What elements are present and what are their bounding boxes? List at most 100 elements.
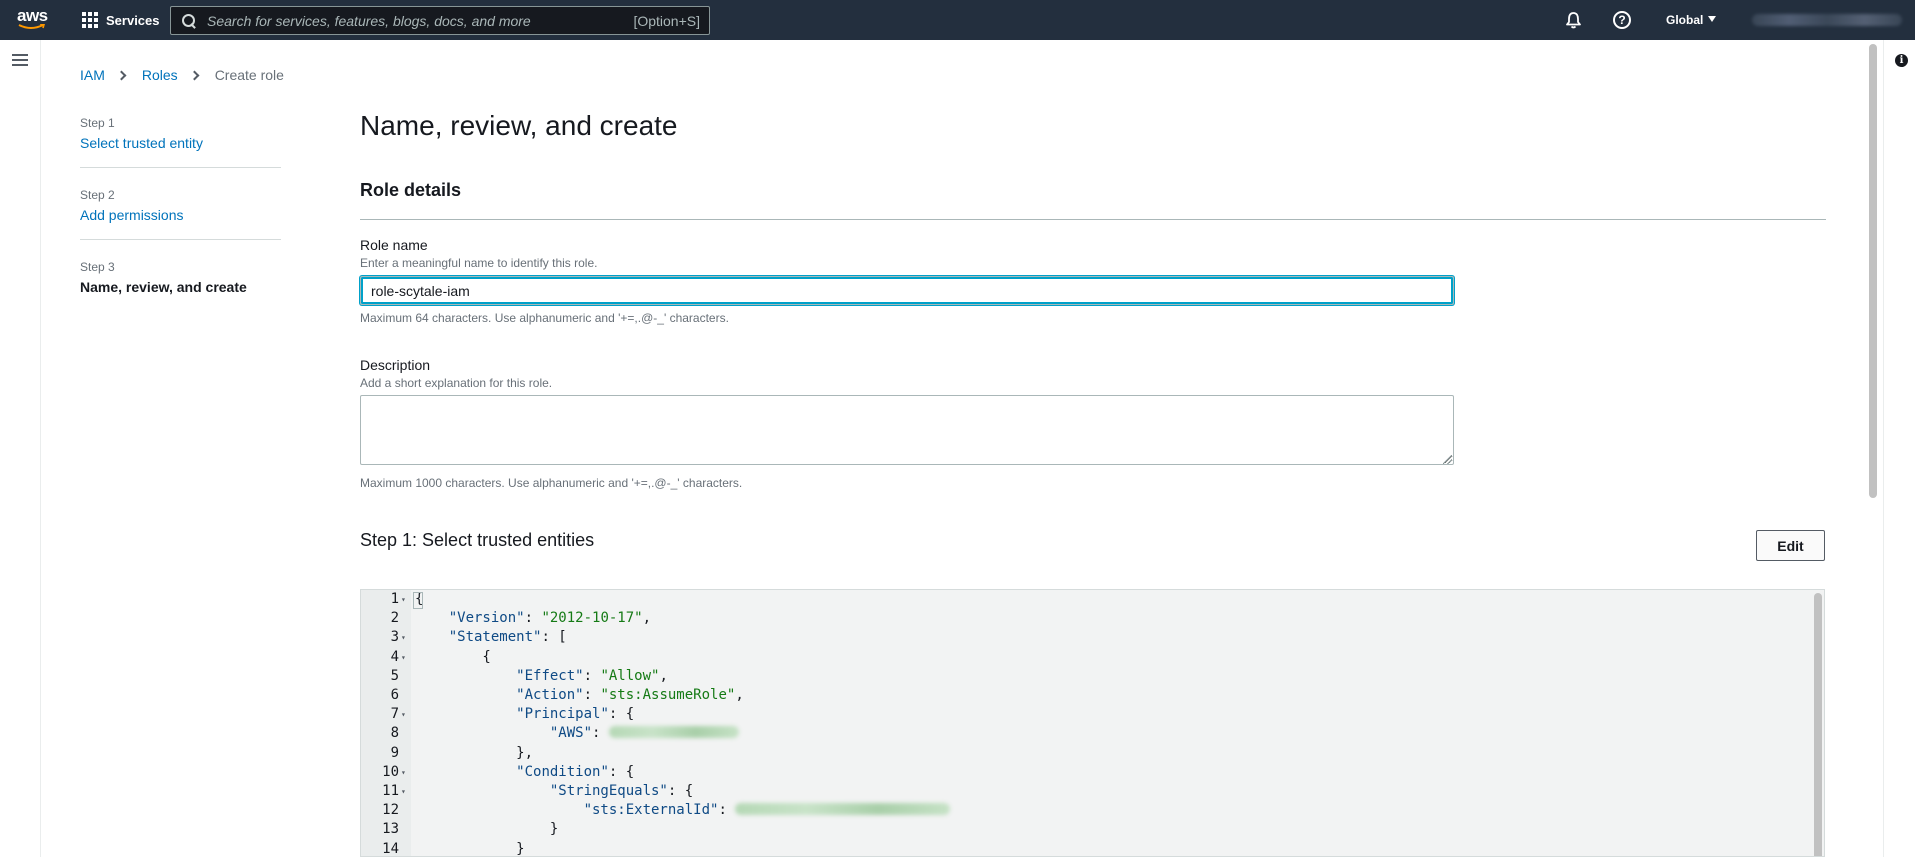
- step-link-add-permissions[interactable]: Add permissions: [80, 207, 281, 223]
- step-current-label: Name, review, and create: [80, 279, 247, 295]
- fold-arrow-icon[interactable]: ▾: [401, 782, 406, 801]
- editor-scrollbar[interactable]: [1814, 593, 1822, 856]
- breadcrumb-iam[interactable]: IAM: [80, 67, 105, 83]
- redacted-value: [735, 803, 951, 816]
- hamburger-icon[interactable]: [12, 54, 28, 66]
- page-title: Name, review, and create: [360, 110, 678, 141]
- description-constraint: Maximum 1000 characters. Use alphanumeri…: [360, 476, 743, 490]
- chevron-right-icon: [189, 70, 200, 80]
- code-line: 9 },: [361, 744, 1801, 763]
- search-input[interactable]: [207, 12, 634, 29]
- line-number: 8: [390, 725, 399, 742]
- fold-arrow-icon[interactable]: ▾: [401, 648, 406, 667]
- aws-smile-icon: [18, 24, 45, 29]
- step-divider: [80, 239, 281, 240]
- code-text: {: [413, 591, 424, 609]
- code-line: 2 "Version": "2012-10-17",: [361, 609, 1801, 628]
- line-number: 1: [390, 591, 399, 607]
- code-text: "Action": "sts:AssumeRole",: [516, 687, 744, 703]
- bell-icon[interactable]: [1565, 11, 1582, 29]
- code-line: 11 ▾ "StringEquals": {: [361, 782, 1801, 801]
- code-line: 10 ▾ "Condition": {: [361, 763, 1801, 782]
- section-divider: [360, 219, 1826, 220]
- code-text: },: [415, 744, 534, 761]
- description-description: Add a short explanation for this role.: [360, 376, 553, 390]
- step-divider: [80, 167, 281, 168]
- side-navigation-rail: [0, 40, 41, 857]
- line-number: 13: [382, 821, 399, 838]
- bracket-match-highlight: [413, 592, 423, 609]
- line-number: 4: [390, 648, 399, 665]
- tools-panel-rail: i: [1883, 40, 1915, 857]
- global-search[interactable]: [Option+S]: [170, 6, 710, 35]
- code-line: 13 }: [361, 820, 1801, 839]
- code-text: "sts:ExternalId":: [415, 801, 951, 820]
- step-link-select-trusted-entity[interactable]: Select trusted entity: [80, 135, 281, 151]
- help-icon[interactable]: ?: [1613, 11, 1631, 29]
- account-menu[interactable]: [1752, 14, 1902, 26]
- code-line: 14 }: [361, 840, 1801, 856]
- step-number: Step 1: [80, 116, 115, 130]
- role-name-description: Enter a meaningful name to identify this…: [360, 256, 598, 270]
- wizard-step-2: Step 2 Add permissions: [80, 188, 281, 223]
- line-number: 7: [390, 706, 399, 723]
- fold-arrow-icon[interactable]: ▾: [401, 763, 406, 782]
- page-scrollbar[interactable]: [1869, 44, 1877, 498]
- trusted-entities-heading: Step 1: Select trusted entities: [360, 530, 595, 550]
- breadcrumb-roles[interactable]: Roles: [142, 67, 178, 83]
- line-number: 11: [382, 783, 399, 799]
- code-text: "Version": "2012-10-17",: [448, 610, 652, 627]
- line-number: 2: [390, 610, 399, 627]
- fold-arrow-icon[interactable]: ▾: [401, 705, 406, 724]
- services-menu-button[interactable]: Services: [82, 0, 160, 40]
- role-details-heading: Role details: [360, 180, 462, 200]
- fold-arrow-icon[interactable]: ▾: [401, 590, 406, 609]
- role-name-input[interactable]: [360, 276, 1454, 305]
- code-text: "Effect": "Allow",: [516, 667, 668, 684]
- services-label: Services: [106, 12, 160, 28]
- code-text: }: [415, 821, 559, 838]
- grid-icon: [82, 12, 98, 28]
- role-name-constraint: Maximum 64 characters. Use alphanumeric …: [360, 311, 729, 325]
- aws-logo[interactable]: aws: [17, 7, 51, 33]
- step-number: Step 3: [80, 260, 115, 274]
- description-label: Description: [360, 357, 431, 373]
- breadcrumb-current: Create role: [214, 67, 284, 83]
- code-line: 8 "AWS":: [361, 724, 1801, 743]
- code-line: 5 "Effect": "Allow",: [361, 667, 1801, 686]
- code-line: 3 ▾ "Statement": [: [361, 628, 1801, 647]
- code-text: {: [415, 648, 491, 665]
- edit-trusted-entities-button[interactable]: Edit: [1756, 530, 1825, 561]
- code-line: 6 "Action": "sts:AssumeRole",: [361, 686, 1801, 705]
- wizard-step-1: Step 1 Select trusted entity: [80, 116, 281, 151]
- caret-down-icon: [1708, 16, 1717, 22]
- line-number: 5: [390, 667, 399, 684]
- code-line: 12 "sts:ExternalId":: [361, 801, 1801, 820]
- code-text: "StringEquals": {: [549, 783, 694, 799]
- wizard-step-3: Step 3 Name, review, and create: [80, 260, 281, 295]
- info-icon[interactable]: i: [1895, 54, 1908, 67]
- code-text: "Principal": {: [516, 706, 635, 723]
- code-text: "AWS":: [415, 724, 739, 743]
- description-textarea[interactable]: [360, 395, 1454, 465]
- code-line: 4 ▾ {: [361, 648, 1801, 667]
- line-number: 10: [382, 763, 399, 780]
- breadcrumb: IAM Roles Create role: [80, 67, 284, 83]
- code-line: 7 ▾ "Principal": {: [361, 705, 1801, 724]
- resize-handle[interactable]: [1443, 455, 1452, 464]
- chevron-right-icon: [116, 70, 127, 80]
- role-name-label: Role name: [360, 237, 428, 253]
- line-number: 6: [390, 687, 399, 703]
- step-number: Step 2: [80, 188, 115, 202]
- code-text: "Condition": {: [516, 763, 635, 780]
- redacted-value: [608, 726, 739, 739]
- code-text: "Statement": [: [448, 629, 567, 646]
- line-number: 3: [390, 629, 399, 646]
- search-shortcut-hint: [Option+S]: [633, 12, 700, 29]
- line-number: 9: [390, 744, 399, 761]
- top-navigation: aws Services [Option+S] ? Global: [0, 0, 1915, 40]
- region-selector[interactable]: Global: [1666, 13, 1717, 27]
- trust-policy-code-editor[interactable]: 1 ▾{2 "Version": "2012-10-17", 3 ▾ "Stateme…: [360, 589, 1825, 857]
- fold-arrow-icon[interactable]: ▾: [401, 628, 406, 647]
- code-line: 1 ▾ {: [361, 590, 1801, 609]
